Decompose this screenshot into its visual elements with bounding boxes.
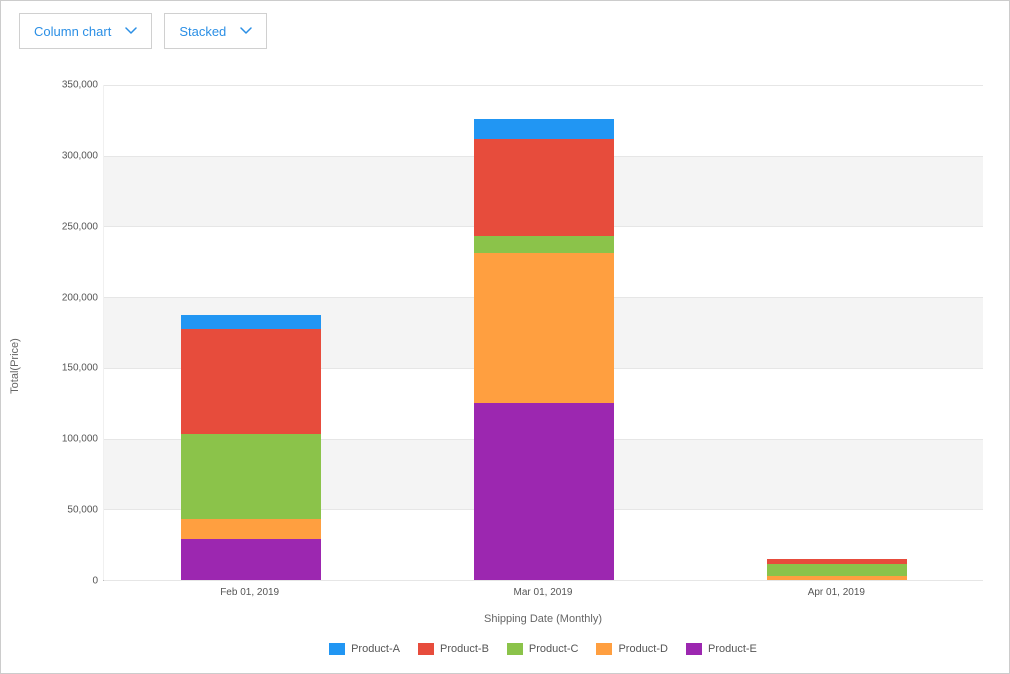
y-tick-label: 100,000 — [58, 434, 98, 445]
y-tick-label: 0 — [58, 576, 98, 587]
bar-segment[interactable] — [474, 253, 614, 403]
legend-swatch — [596, 643, 612, 655]
legend-item[interactable]: Product-E — [686, 643, 757, 655]
bar-segment[interactable] — [181, 329, 321, 434]
plot-area — [103, 85, 983, 581]
bar-segment[interactable] — [474, 119, 614, 139]
legend-label: Product-A — [351, 643, 400, 655]
bar-group — [767, 559, 907, 580]
chart-toolbar: Column chart Stacked — [1, 1, 1009, 49]
bar-segment[interactable] — [767, 576, 907, 580]
bar-segment[interactable] — [181, 434, 321, 519]
bar-segment[interactable] — [181, 539, 321, 580]
legend-label: Product-C — [529, 643, 579, 655]
chart-type-label: Column chart — [34, 24, 111, 39]
chart-area: Total(Price) 050,000100,000150,000200,00… — [13, 71, 997, 661]
y-tick-label: 50,000 — [58, 505, 98, 516]
x-tick-label: Mar 01, 2019 — [514, 587, 573, 598]
chevron-down-icon — [240, 25, 252, 37]
chart-type-dropdown[interactable]: Column chart — [19, 13, 152, 49]
y-tick-label: 300,000 — [58, 150, 98, 161]
legend-label: Product-E — [708, 643, 757, 655]
legend: Product-A Product-B Product-C Product-D Prod… — [103, 643, 983, 655]
y-tick-label: 250,000 — [58, 221, 98, 232]
legend-item[interactable]: Product-D — [596, 643, 668, 655]
x-axis-label: Shipping Date (Monthly) — [103, 613, 983, 625]
chart-panel: Column chart Stacked Total(Price) 0 50,00… — [0, 0, 1010, 674]
legend-swatch — [418, 643, 434, 655]
legend-item[interactable]: Product-A — [329, 643, 400, 655]
legend-label: Product-D — [618, 643, 668, 655]
x-tick-label: Feb 01, 2019 — [220, 587, 279, 598]
y-axis-label: Total(Price) — [9, 338, 21, 394]
bar-segment[interactable] — [474, 403, 614, 580]
stack-mode-label: Stacked — [179, 24, 226, 39]
bar-segment[interactable] — [181, 315, 321, 329]
y-tick-label: 350,000 — [58, 80, 98, 91]
bar-segment[interactable] — [474, 139, 614, 235]
legend-item[interactable]: Product-B — [418, 643, 489, 655]
bar-segment[interactable] — [474, 236, 614, 253]
y-tick-label: 150,000 — [58, 363, 98, 374]
legend-swatch — [507, 643, 523, 655]
x-tick-label: Apr 01, 2019 — [808, 587, 865, 598]
x-axis-ticks: Feb 01, 2019 Mar 01, 2019 Apr 01, 2019 — [103, 587, 983, 605]
chevron-down-icon — [125, 25, 137, 37]
legend-swatch — [329, 643, 345, 655]
bar-group — [474, 119, 614, 580]
bar-segment[interactable] — [181, 519, 321, 539]
bar-group — [181, 315, 321, 580]
bar-segment[interactable] — [767, 564, 907, 575]
legend-item[interactable]: Product-C — [507, 643, 579, 655]
bars-layer — [104, 85, 983, 580]
stack-mode-dropdown[interactable]: Stacked — [164, 13, 267, 49]
y-tick-label: 200,000 — [58, 292, 98, 303]
legend-swatch — [686, 643, 702, 655]
legend-label: Product-B — [440, 643, 489, 655]
